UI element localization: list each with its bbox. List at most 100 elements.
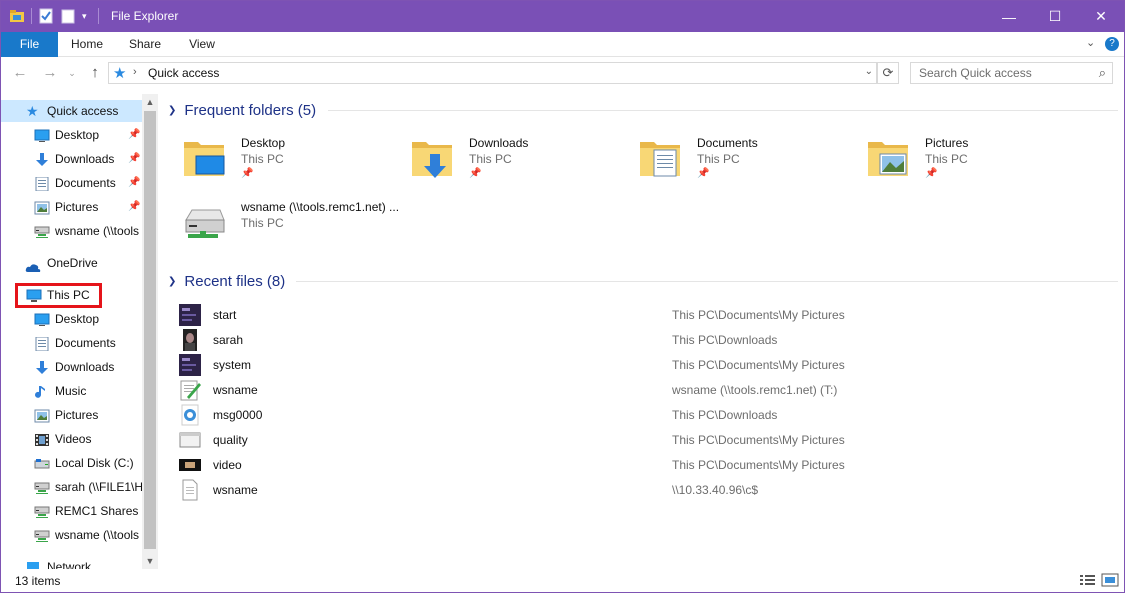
breadcrumb-quick-access[interactable]: Quick access	[148, 66, 219, 80]
nav-onedrive[interactable]: OneDrive	[1, 252, 142, 274]
frequent-folder-tile[interactable]: Documents This PC 📌	[628, 132, 856, 194]
file-name: sarah	[213, 333, 244, 347]
folder-name: Desktop	[241, 136, 286, 150]
text-file-icon	[179, 479, 201, 501]
address-dropdown-icon[interactable]: ⌄	[865, 66, 873, 77]
tab-file[interactable]: File	[1, 32, 58, 57]
recent-file-row[interactable]: video This PC\Documents\My Pictures	[176, 453, 1116, 478]
frequent-folders-header[interactable]: ❯ Frequent folders (5)	[168, 100, 1118, 120]
nav-label: Quick access	[47, 104, 119, 118]
recent-file-row[interactable]: system This PC\Documents\My Pictures	[176, 353, 1116, 378]
nav-pc-item[interactable]: Pictures	[1, 404, 142, 426]
nav-qa-item[interactable]: wsname (\\tools	[1, 220, 142, 242]
recent-files-header[interactable]: ❯ Recent files (8)	[168, 271, 1118, 291]
nav-label: Desktop	[55, 312, 100, 326]
recent-file-row[interactable]: sarah This PC\Downloads	[176, 328, 1116, 353]
recent-file-row[interactable]: msg0000 This PC\Downloads	[176, 403, 1116, 428]
file-location: wsname (\\tools.remc1.net) (T:)	[672, 383, 838, 397]
nav-label: OneDrive	[47, 256, 98, 270]
search-box[interactable]: ⌕	[910, 62, 1113, 84]
documents-icon	[34, 336, 50, 352]
folder-name: Pictures	[925, 136, 969, 150]
pin-icon: 📌	[925, 168, 938, 179]
nav-qa-item[interactable]: Pictures 📌	[1, 196, 142, 218]
toolbar-divider	[98, 8, 99, 24]
nav-qa-item[interactable]: Documents 📌	[1, 172, 142, 194]
nav-qa-item[interactable]: Downloads 📌	[1, 148, 142, 170]
music-icon	[34, 384, 50, 398]
minimize-button[interactable]: —	[986, 1, 1032, 32]
forward-icon[interactable]: →	[41, 64, 59, 82]
pin-icon: 📌	[128, 177, 141, 188]
chrome-file-icon	[179, 404, 201, 426]
pictures-icon	[34, 408, 50, 423]
recent-file-row[interactable]: start This PC\Documents\My Pictures	[176, 303, 1116, 328]
file-name: wsname	[213, 483, 258, 497]
downloads-folder-icon	[408, 134, 456, 182]
network-drive-icon	[34, 504, 50, 518]
nav-label: sarah (\\FILE1\H	[55, 480, 142, 494]
collapse-icon[interactable]: ❯	[168, 105, 176, 116]
pin-icon: 📌	[241, 168, 254, 179]
nav-scroll-thumb[interactable]	[144, 111, 156, 549]
collapse-icon[interactable]: ❯	[168, 276, 176, 287]
frequent-folder-tile[interactable]: Pictures This PC 📌	[856, 132, 1084, 194]
tab-home[interactable]: Home	[63, 32, 111, 57]
properties-icon[interactable]	[38, 8, 54, 24]
large-icons-view-icon[interactable]	[1101, 573, 1119, 589]
details-view-icon[interactable]	[1079, 573, 1097, 589]
frequent-folder-tile[interactable]: wsname (\\tools.remc1.net) ... This PC	[172, 196, 400, 258]
nav-pc-item[interactable]: Local Disk (C:)	[1, 452, 142, 474]
nav-network[interactable]: Network	[1, 556, 142, 569]
expand-ribbon-icon[interactable]: ⌄	[1086, 36, 1095, 49]
close-button[interactable]: ✕	[1078, 1, 1124, 32]
nav-pc-item[interactable]: Documents	[1, 332, 142, 354]
nav-pc-item[interactable]: wsname (\\tools	[1, 524, 142, 546]
folder-name: Documents	[697, 136, 758, 150]
nav-pc-item[interactable]: sarah (\\FILE1\H	[1, 476, 142, 498]
folder-app-icon[interactable]	[9, 8, 25, 24]
new-folder-icon[interactable]	[60, 8, 76, 24]
tab-view[interactable]: View	[178, 32, 226, 57]
recent-file-row[interactable]: wsname wsname (\\tools.remc1.net) (T:)	[176, 378, 1116, 403]
pin-icon: 📌	[128, 129, 141, 140]
pin-icon: 📌	[128, 201, 141, 212]
tab-share[interactable]: Share	[121, 32, 169, 57]
nav-pc-item[interactable]: Downloads	[1, 356, 142, 378]
maximize-button[interactable]: ☐	[1032, 1, 1078, 32]
file-name: wsname	[213, 383, 258, 397]
nav-pc-item[interactable]: REMC1 Shares (S	[1, 500, 142, 522]
customize-toolbar-icon[interactable]: ▾	[82, 8, 92, 24]
file-location: \\10.33.40.96\c$	[672, 483, 759, 497]
search-input[interactable]	[911, 63, 1091, 83]
scroll-up-icon[interactable]: ▲	[142, 94, 158, 110]
nav-qa-item[interactable]: Desktop 📌	[1, 124, 142, 146]
file-name: start	[213, 308, 237, 322]
breadcrumb-separator[interactable]: ›	[133, 66, 137, 78]
nav-quick-access[interactable]: ★ Quick access	[1, 100, 142, 122]
recent-files-title: Recent files (8)	[184, 272, 286, 290]
search-icon[interactable]: ⌕	[1099, 65, 1106, 81]
group-divider	[328, 110, 1118, 111]
file-name: system	[213, 358, 252, 372]
recent-file-row[interactable]: quality This PC\Documents\My Pictures	[176, 428, 1116, 453]
folder-location: This PC	[469, 152, 512, 166]
nav-pc-item[interactable]: Videos	[1, 428, 142, 450]
file-location: This PC\Documents\My Pictures	[672, 308, 845, 322]
help-icon[interactable]: ?	[1105, 37, 1119, 51]
nav-pc-item[interactable]: Music	[1, 380, 142, 402]
status-bar: 13 items	[1, 571, 1124, 592]
quick-access-toolbar: ▾	[9, 8, 99, 24]
nav-pc-item[interactable]: Desktop	[1, 308, 142, 330]
up-icon[interactable]: ↑	[86, 64, 104, 82]
nav-label: Documents	[55, 336, 116, 350]
frequent-folder-tile[interactable]: Downloads This PC 📌	[400, 132, 628, 194]
folder-location: This PC	[241, 216, 284, 230]
frequent-folder-tile[interactable]: Desktop This PC 📌	[172, 132, 400, 194]
back-icon[interactable]: ←	[11, 64, 29, 82]
recent-file-row[interactable]: wsname \\10.33.40.96\c$	[176, 478, 1116, 503]
scroll-down-icon[interactable]: ▼	[142, 553, 158, 569]
recent-locations-icon[interactable]: ⌄	[63, 64, 81, 82]
refresh-button[interactable]: ⟳	[877, 62, 899, 84]
address-bar[interactable]: ★ › Quick access ⌄	[108, 62, 877, 84]
